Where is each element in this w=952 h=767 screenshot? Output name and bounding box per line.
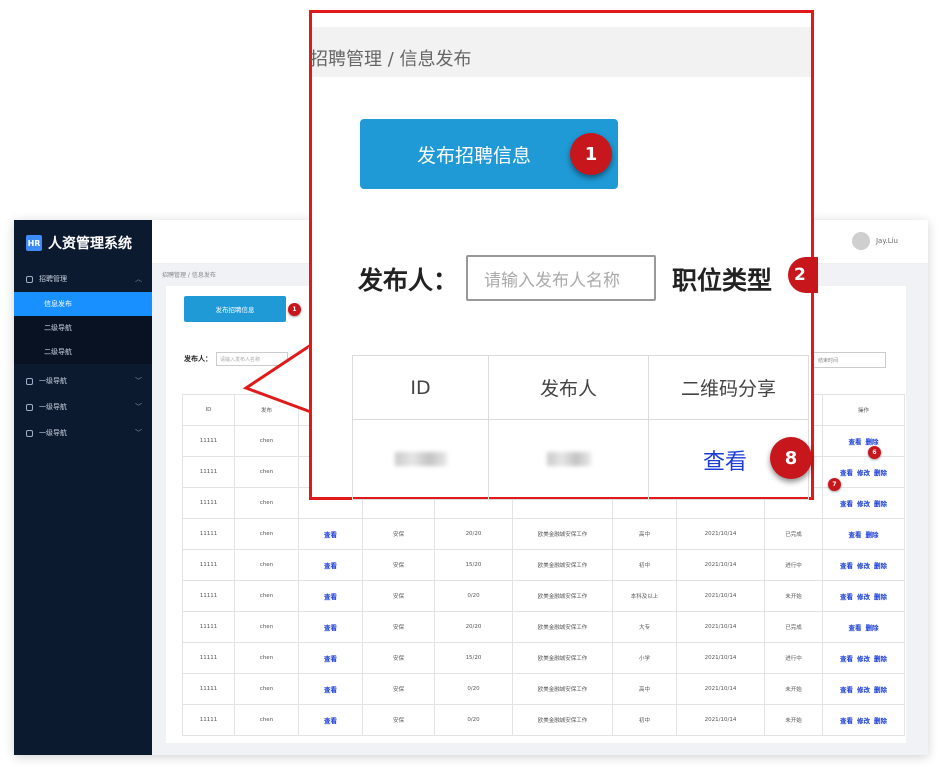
callout-header-publisher: 发布人 (488, 355, 649, 420)
callout-data-row: 查看 (352, 419, 809, 500)
callout-header-qr: 二维码分享 (648, 355, 809, 420)
callout-job-type-label: 职位类型 (672, 266, 773, 295)
callout-publish-label: 发布招聘信息 (416, 144, 531, 167)
callout-publisher-label: 发布人： (358, 266, 459, 295)
callout-publisher-blurred (488, 419, 649, 500)
callout-header-row: ID 发布人 二维码分享 (352, 355, 809, 420)
step-badge-1: 1 (570, 133, 612, 175)
step-badge-2: 2 (788, 257, 818, 293)
callout-breadcrumb: 招聘管理 / 信息发布 (310, 49, 472, 70)
callout-id-blurred (352, 419, 489, 500)
callout-view-link[interactable]: 查看 (703, 450, 747, 475)
callout-header-id: ID (352, 355, 489, 420)
zoom-callout: 招聘管理 / 信息发布 发布招聘信息 1 发布人： 请输入发布人名称 职位类型 … (309, 10, 818, 500)
step-badge-8: 8 (770, 437, 812, 479)
callout-publisher-input[interactable]: 请输入发布人名称 (466, 255, 656, 301)
callout-table: ID 发布人 二维码分享 查看 (352, 355, 809, 500)
